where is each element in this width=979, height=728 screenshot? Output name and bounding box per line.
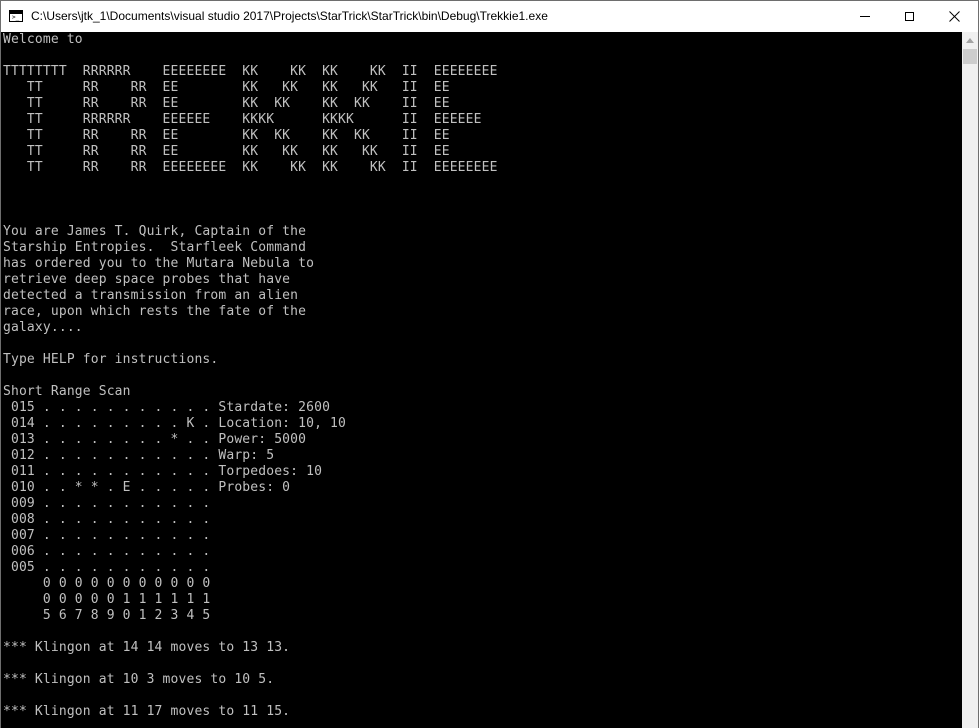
console-line: 0 0 0 0 0 1 1 1 1 1 1	[3, 592, 211, 607]
console-line: 014 . . . . . . . . . K . Location: 10, …	[3, 416, 346, 431]
console-window: >_ C:\Users\jtk_1\Documents\visual studi…	[0, 0, 979, 728]
console-line: 007 . . . . . . . . . . .	[3, 528, 211, 543]
console-line: *** Klingon at 14 14 moves to 13 13.	[3, 640, 291, 655]
close-button[interactable]	[932, 1, 977, 31]
console-line: has ordered you to the Mutara Nebula to	[3, 256, 315, 271]
console-line: TT RR RR EE KK KK KK KK II EE	[3, 144, 450, 159]
console-line: 012 . . . . . . . . . . . Warp: 5	[3, 448, 275, 463]
console-line: TT RR RR EE KK KK KK KK II EE	[3, 96, 450, 111]
console-line: 011 . . . . . . . . . . . Torpedoes: 10	[3, 464, 323, 479]
console-line: 5 6 7 8 9 0 1 2 3 4 5	[3, 608, 211, 623]
console-line: race, upon which rests the fate of the	[3, 304, 307, 319]
console-output[interactable]: Welcome to TTTTTTTT RRRRRR EEEEEEEE KK K…	[1, 32, 962, 728]
console-line: Type HELP for instructions.	[3, 352, 219, 367]
minimize-icon	[859, 15, 870, 17]
console-text: Welcome to TTTTTTTT RRRRRR EEEEEEEE KK K…	[1, 32, 962, 720]
console-line: 010 . . * * . E . . . . . Probes: 0	[3, 480, 291, 495]
console-line: 0 0 0 0 0 0 0 0 0 0 0	[3, 576, 211, 591]
console-line: Starship Entropies. Starfleek Command	[3, 240, 307, 255]
console-line: *** Klingon at 11 17 moves to 11 15.	[3, 704, 291, 719]
console-line: detected a transmission from an alien	[3, 288, 299, 303]
console-line: 005 . . . . . . . . . . .	[3, 560, 211, 575]
console-line: *** Klingon at 10 3 moves to 10 5.	[3, 672, 275, 687]
console-line: You are James T. Quirk, Captain of the	[3, 224, 307, 239]
console-line: 015 . . . . . . . . . . . Stardate: 2600	[3, 400, 331, 415]
window-title: C:\Users\jtk_1\Documents\visual studio 2…	[31, 9, 548, 23]
console-line: 006 . . . . . . . . . . .	[3, 544, 211, 559]
maximize-button[interactable]	[887, 1, 932, 31]
console-line: TTTTTTTT RRRRRR EEEEEEEE KK KK KK KK II …	[3, 64, 498, 79]
scroll-thumb[interactable]	[963, 49, 977, 64]
console-line: Short Range Scan	[3, 384, 131, 399]
console-line: TT RR RR EEEEEEEE KK KK KK KK II EEEEEEE…	[3, 160, 498, 175]
console-line: TT RR RR EE KK KK KK KK II EE	[3, 128, 450, 143]
console-window-icon[interactable]: >_	[9, 10, 23, 22]
console-line: 008 . . . . . . . . . . .	[3, 512, 211, 527]
maximize-icon	[905, 11, 914, 21]
console-line: retrieve deep space probes that have	[3, 272, 291, 287]
minimize-button[interactable]	[842, 1, 887, 31]
close-icon	[949, 10, 960, 22]
scroll-up-arrow-icon[interactable]	[962, 32, 978, 49]
console-line: 013 . . . . . . . . * . . Power: 5000	[3, 432, 307, 447]
console-line: Welcome to	[3, 32, 83, 47]
console-line: TT RRRRRR EEEEEE KKKK KKKK II EEEEEE	[3, 112, 482, 127]
vertical-scrollbar[interactable]	[962, 32, 978, 728]
console-line: galaxy....	[3, 320, 83, 335]
title-bar[interactable]: >_ C:\Users\jtk_1\Documents\visual studi…	[1, 1, 978, 32]
console-line: 009 . . . . . . . . . . .	[3, 496, 211, 511]
console-line: TT RR RR EE KK KK KK KK II EE	[3, 80, 450, 95]
